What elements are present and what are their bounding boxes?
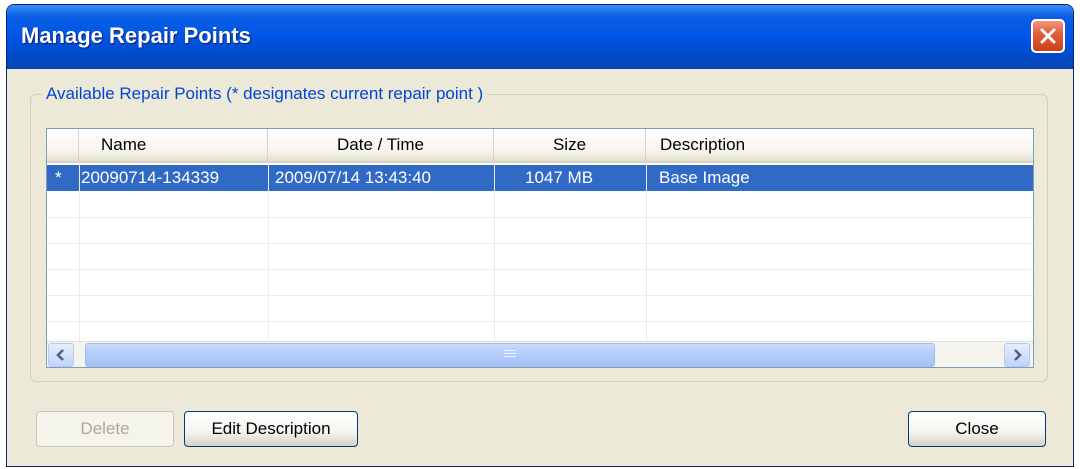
grid-line — [79, 163, 80, 341]
dialog-title: Manage Repair Points — [21, 23, 251, 48]
close-button[interactable]: Close — [908, 411, 1046, 447]
column-header-name[interactable]: Name — [79, 129, 268, 161]
title-bar[interactable]: Manage Repair Points — [7, 5, 1073, 69]
repair-points-list[interactable]: Name Date / Time Size Description * 2009… — [46, 128, 1034, 368]
column-header-size[interactable]: Size — [494, 129, 646, 161]
cell-name: 20090714-134339 — [81, 168, 220, 187]
chevron-right-icon — [1014, 349, 1022, 361]
grid-line — [268, 163, 269, 341]
grid-line — [47, 295, 1033, 296]
grid-line — [646, 163, 647, 341]
grid-line — [47, 321, 1033, 322]
groupbox-legend: Available Repair Points (* designates cu… — [42, 84, 488, 104]
grid-line — [494, 163, 495, 341]
current-point-marker: * — [55, 168, 62, 187]
chevron-left-icon — [56, 349, 64, 361]
column-header-description[interactable]: Description — [646, 129, 1033, 161]
grid-line — [47, 243, 1033, 244]
table-row[interactable]: * 20090714-134339 2009/07/14 13:43:40 10… — [47, 165, 1033, 191]
cell-description: Base Image — [659, 168, 750, 187]
column-header-marker[interactable] — [47, 129, 79, 161]
close-x-button[interactable] — [1031, 19, 1065, 53]
edit-description-button[interactable]: Edit Description — [184, 411, 358, 447]
scroll-left-button[interactable] — [48, 343, 74, 367]
close-x-icon — [1040, 28, 1056, 44]
cell-datetime: 2009/07/14 13:43:40 — [275, 168, 431, 187]
list-header: Name Date / Time Size Description — [47, 129, 1033, 163]
grid-line — [47, 217, 1033, 218]
grid-line — [47, 269, 1033, 270]
delete-button[interactable]: Delete — [36, 411, 174, 447]
cell-size: 1047 MB — [525, 168, 594, 187]
scroll-right-button[interactable] — [1004, 343, 1030, 367]
scroll-grip — [504, 350, 516, 362]
horizontal-scrollbar[interactable] — [47, 341, 1033, 367]
scroll-thumb[interactable] — [85, 343, 935, 367]
column-header-datetime[interactable]: Date / Time — [268, 129, 494, 161]
